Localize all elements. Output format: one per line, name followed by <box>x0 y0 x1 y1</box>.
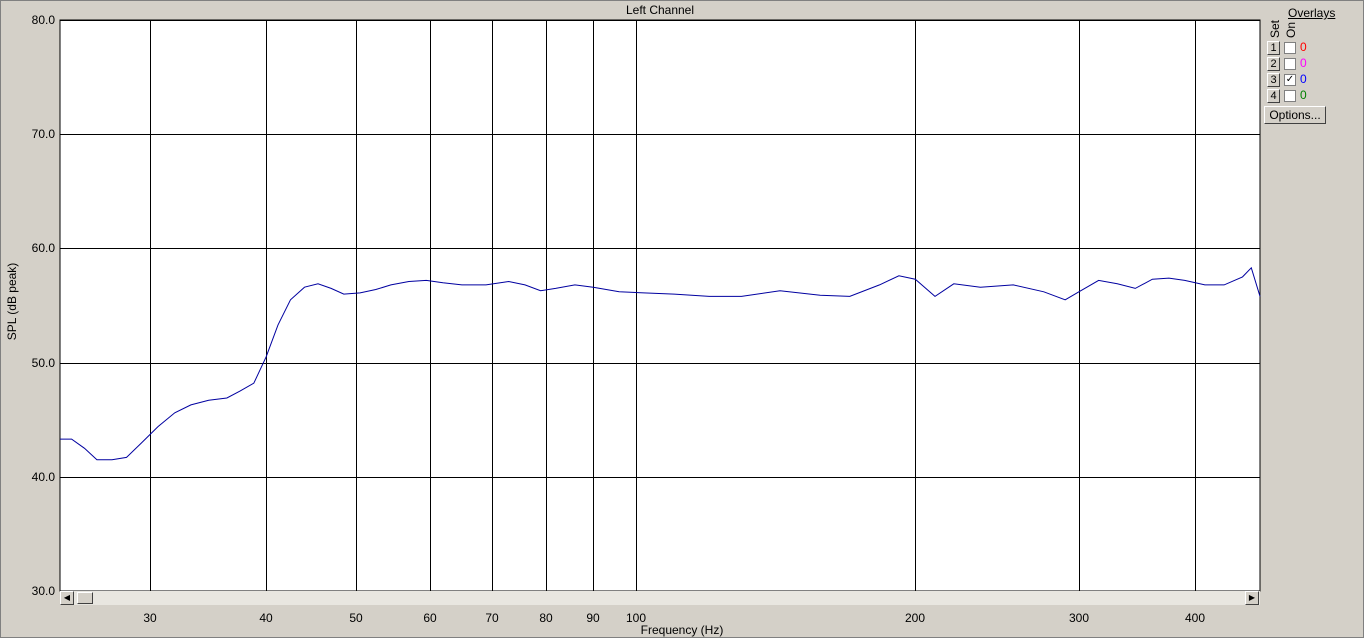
on-column-header: On <box>1284 21 1298 38</box>
x-tick-label: 30 <box>143 611 157 625</box>
set-column-header: Set <box>1268 19 1282 38</box>
overlay-set-button-4[interactable]: 4 <box>1267 89 1280 103</box>
overlay-row-1: 1 0 <box>1267 41 1357 55</box>
overlay-set-button-3[interactable]: 3 <box>1267 73 1280 87</box>
overlay-on-checkbox-4[interactable] <box>1284 90 1296 102</box>
horizontal-scrollbar[interactable] <box>60 591 1260 605</box>
y-axis-label: SPL (dB peak) <box>5 263 19 341</box>
overlay-count-3: 0 <box>1300 72 1307 86</box>
y-tick-label: 30.0 <box>32 584 56 598</box>
overlays-panel: Overlays Set On 1 0 2 0 3 ✓ 0 4 0 Option… <box>1264 4 1362 134</box>
overlay-on-checkbox-3[interactable]: ✓ <box>1284 74 1296 86</box>
x-tick-label: 60 <box>423 611 437 625</box>
x-tick-label: 70 <box>485 611 499 625</box>
scrollbar-thumb[interactable] <box>77 592 93 604</box>
overlay-on-checkbox-1[interactable] <box>1284 42 1296 54</box>
overlay-set-button-2[interactable]: 2 <box>1267 57 1280 71</box>
overlay-row-3: 3 ✓ 0 <box>1267 73 1357 87</box>
y-tick-label: 70.0 <box>32 127 56 141</box>
overlay-row-2: 2 0 <box>1267 57 1357 71</box>
x-tick-label: 400 <box>1185 611 1205 625</box>
x-axis-label: Frequency (Hz) <box>641 623 724 637</box>
overlays-title: Overlays <box>1288 6 1336 20</box>
overlay-on-checkbox-2[interactable] <box>1284 58 1296 70</box>
y-tick-label: 40.0 <box>32 470 56 484</box>
x-tick-label: 90 <box>586 611 600 625</box>
y-tick-label: 60.0 <box>32 241 56 255</box>
scroll-right-arrow-icon[interactable]: ▶ <box>1245 591 1259 605</box>
overlay-count-1: 0 <box>1300 40 1307 54</box>
y-tick-label: 80.0 <box>32 13 56 27</box>
x-tick-label: 50 <box>349 611 363 625</box>
x-tick-label: 300 <box>1069 611 1089 625</box>
overlay-count-4: 0 <box>1300 88 1307 102</box>
overlay-set-button-1[interactable]: 1 <box>1267 41 1280 55</box>
x-tick-label: 200 <box>905 611 925 625</box>
scroll-left-arrow-icon[interactable]: ◀ <box>60 591 74 605</box>
y-tick-labels: 30.0 40.0 50.0 60.0 70.0 80.0 <box>32 13 56 598</box>
options-button[interactable]: Options... <box>1264 106 1326 124</box>
overlay-count-2: 0 <box>1300 56 1307 70</box>
x-tick-label: 40 <box>259 611 273 625</box>
y-tick-label: 50.0 <box>32 356 56 370</box>
overlay-row-4: 4 0 <box>1267 89 1357 103</box>
chart-title: Left Channel <box>626 3 694 17</box>
x-tick-label: 80 <box>539 611 553 625</box>
chart-svg: 30.040.050.060.070.080.0 30 40 50 60 70 80 90 1… <box>5 3 1261 637</box>
